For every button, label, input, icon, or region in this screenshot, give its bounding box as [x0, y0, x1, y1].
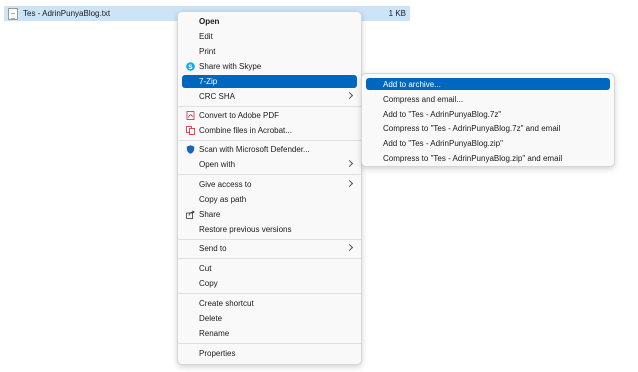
menu-item-delete[interactable]: Delete: [182, 312, 357, 325]
submenu-item-label: Compress and email...: [383, 94, 464, 104]
menu-item-give-access[interactable]: Give access to: [182, 178, 357, 191]
menu-item-label: Convert to Adobe PDF: [199, 111, 280, 120]
defender-shield-icon: [186, 145, 195, 154]
menu-item-scan-defender[interactable]: Scan with Microsoft Defender...: [182, 143, 357, 156]
menu-separator: [178, 239, 361, 240]
chevron-right-icon: [345, 179, 354, 188]
menu-separator: [178, 293, 361, 294]
menu-item-label: Open: [199, 17, 220, 26]
menu-item-edit[interactable]: Edit: [182, 30, 357, 43]
menu-item-label: CRC SHA: [199, 92, 236, 101]
menu-item-crc-sha[interactable]: CRC SHA: [182, 90, 357, 103]
menu-item-label: Give access to: [199, 180, 252, 189]
adobe-combine-icon: [186, 126, 195, 135]
menu-item-label: Cut: [199, 264, 212, 273]
menu-separator: [178, 343, 361, 344]
svg-text:S: S: [188, 63, 193, 71]
adobe-pdf-icon: [186, 111, 195, 120]
submenu-item-compress-zip-email[interactable]: Compress to "Tes - AdrinPunyaBlog.zip" a…: [366, 152, 610, 164]
menu-item-rename[interactable]: Rename: [182, 327, 357, 340]
menu-separator: [178, 140, 361, 141]
menu-item-copy-as-path[interactable]: Copy as path: [182, 193, 357, 206]
file-name: Tes - AdrinPunyaBlog.txt: [23, 9, 111, 18]
menu-item-label: Combine files in Acrobat...: [199, 126, 292, 135]
menu-item-label: Create shortcut: [199, 299, 254, 308]
menu-item-print[interactable]: Print: [182, 45, 357, 58]
context-menu: Open Edit Print S Share with Skype 7-Zip…: [177, 11, 362, 365]
menu-item-label: Edit: [199, 32, 213, 41]
menu-item-label: 7-Zip: [199, 77, 218, 86]
menu-item-cut[interactable]: Cut: [182, 262, 357, 275]
menu-item-label: Share with Skype: [199, 62, 262, 71]
menu-item-label: Delete: [199, 314, 223, 323]
menu-item-copy[interactable]: Copy: [182, 277, 357, 290]
menu-separator: [178, 106, 361, 107]
menu-item-label: Share: [199, 210, 221, 219]
submenu-item-compress-email[interactable]: Compress and email...: [366, 93, 610, 105]
menu-item-share-skype[interactable]: S Share with Skype: [182, 60, 357, 73]
submenu-item-add-7z[interactable]: Add to "Tes - AdrinPunyaBlog.7z": [366, 108, 610, 120]
chevron-right-icon: [345, 243, 354, 252]
menu-item-label: Copy: [199, 279, 218, 288]
share-icon: [186, 210, 195, 219]
chevron-right-icon: [345, 159, 354, 168]
menu-item-send-to[interactable]: Send to: [182, 242, 357, 255]
submenu-item-add-zip[interactable]: Add to "Tes - AdrinPunyaBlog.zip": [366, 137, 610, 149]
file-size: 1 KB: [388, 9, 406, 18]
menu-separator: [178, 258, 361, 259]
text-file-icon: [8, 7, 18, 20]
submenu-item-add-to-archive[interactable]: Add to archive...: [366, 78, 610, 90]
menu-item-create-shortcut[interactable]: Create shortcut: [182, 297, 357, 310]
menu-item-restore-versions[interactable]: Restore previous versions: [182, 223, 357, 236]
menu-item-share[interactable]: Share: [182, 208, 357, 221]
menu-item-label: Send to: [199, 244, 227, 253]
menu-item-label: Properties: [199, 349, 236, 358]
menu-separator: [178, 174, 361, 175]
submenu-item-label: Compress to "Tes - AdrinPunyaBlog.zip" a…: [383, 153, 563, 163]
menu-item-convert-pdf[interactable]: Convert to Adobe PDF: [182, 109, 357, 122]
chevron-right-icon: [345, 91, 354, 100]
menu-item-label: Restore previous versions: [199, 225, 292, 234]
submenu-item-compress-7z-email[interactable]: Compress to "Tes - AdrinPunyaBlog.7z" an…: [366, 122, 610, 134]
menu-item-combine-acrobat[interactable]: Combine files in Acrobat...: [182, 124, 357, 137]
submenu-item-label: Add to "Tes - AdrinPunyaBlog.zip": [383, 138, 503, 148]
menu-item-open-with[interactable]: Open with: [182, 158, 357, 171]
skype-icon: S: [186, 62, 195, 71]
menu-item-label: Copy as path: [199, 195, 247, 204]
menu-item-label: Scan with Microsoft Defender...: [199, 145, 310, 154]
submenu-item-label: Add to archive...: [383, 79, 441, 89]
menu-item-7zip[interactable]: 7-Zip: [182, 75, 357, 88]
menu-item-label: Print: [199, 47, 216, 56]
submenu-item-label: Compress to "Tes - AdrinPunyaBlog.7z" an…: [383, 123, 561, 133]
menu-item-properties[interactable]: Properties: [182, 347, 357, 360]
7zip-submenu: Add to archive... Compress and email... …: [361, 73, 615, 167]
menu-item-label: Rename: [199, 329, 230, 338]
menu-item-label: Open with: [199, 160, 236, 169]
submenu-item-label: Add to "Tes - AdrinPunyaBlog.7z": [383, 109, 502, 119]
menu-item-open[interactable]: Open: [182, 15, 357, 28]
